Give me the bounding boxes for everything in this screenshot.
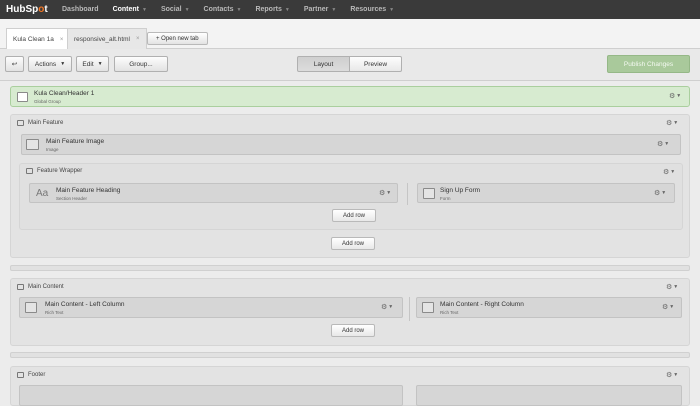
main-feature-header: Main Feature	[17, 120, 63, 126]
editor-toolbar: ↩ Actions ▼ Edit ▼ Group... Layout Preview…	[0, 49, 700, 81]
gear-icon: ⚙	[666, 284, 673, 291]
top-nav: HubSpot Dashboard Content ▼ Social ▼ Conta…	[0, 0, 700, 19]
close-icon[interactable]: ×	[136, 36, 140, 42]
main-content-header: Main Content	[17, 284, 64, 290]
chevron-down-icon: ▼	[664, 141, 670, 147]
back-arrow-icon: ↩	[11, 61, 18, 68]
layout-toggle[interactable]: Layout	[297, 56, 350, 72]
nav-item-resources[interactable]: Resources ▼	[350, 6, 394, 13]
nav-item-contacts[interactable]: Contacts ▼	[204, 6, 242, 13]
main-content-group[interactable]: Main Content ⚙ ▼ Main Content - Left Colu…	[10, 278, 690, 346]
nav-item-reports[interactable]: Reports ▼	[255, 6, 289, 13]
chevron-down-icon: ▼	[184, 6, 190, 13]
group-icon	[17, 372, 24, 378]
nav-item-partner[interactable]: Partner ▼	[304, 6, 336, 13]
chevron-down-icon: ▼	[142, 6, 147, 13]
preview-toggle[interactable]: Preview	[350, 56, 402, 72]
gear-icon: ⚙	[663, 169, 670, 176]
footer-right-module[interactable]	[416, 385, 682, 406]
tab-responsive-alt[interactable]: responsive_alt.html ×	[67, 28, 147, 49]
sign-up-form-module[interactable]: Sign Up Form Form ⚙ ▼	[417, 183, 675, 203]
edit-button[interactable]: Edit ▼	[76, 56, 109, 72]
column-divider	[409, 297, 410, 321]
chevron-down-icon: ▼	[284, 6, 290, 13]
main-feature-heading-module[interactable]: Aa Main Feature Heading Section Header ⚙…	[29, 183, 398, 203]
chevron-down-icon: ▼	[389, 6, 395, 13]
image-icon	[26, 139, 39, 150]
gear-icon: ⚙	[379, 190, 386, 197]
back-button[interactable]: ↩	[5, 56, 24, 72]
hubspot-logo[interactable]: HubSpot	[6, 4, 62, 15]
feature-wrapper-gear[interactable]: ⚙ ▼	[663, 168, 675, 176]
gear-icon: ⚙	[657, 141, 664, 148]
group-icon	[26, 168, 33, 174]
gear-icon: ⚙	[666, 120, 673, 127]
nav-item-content[interactable]: Content ▼	[113, 6, 147, 13]
footer-header: Footer	[17, 372, 45, 378]
feature-wrapper-header: Feature Wrapper	[26, 168, 82, 174]
open-new-tab-button[interactable]: + Open new tab	[147, 32, 208, 45]
global-group-icon	[17, 92, 28, 102]
column-divider	[407, 183, 408, 205]
footer-gear[interactable]: ⚙ ▼	[666, 371, 678, 379]
header-settings-gear[interactable]: ⚙ ▼	[669, 92, 681, 100]
text-format-icon: Aa	[36, 188, 49, 199]
footer-left-module[interactable]	[19, 385, 403, 406]
add-row-button[interactable]: Add row	[331, 237, 375, 250]
chevron-down-icon: ▼	[60, 61, 66, 67]
form-icon	[423, 188, 435, 199]
header-global-group[interactable]: Kula Clean/Header 1 Global Group ⚙ ▼	[10, 86, 690, 107]
chevron-down-icon: ▼	[388, 304, 394, 310]
form-module-gear[interactable]: ⚙ ▼	[654, 189, 666, 197]
chevron-down-icon: ▼	[673, 120, 679, 126]
main-feature-image-module[interactable]: Main Feature Image Image ⚙ ▼	[21, 134, 681, 155]
gear-icon: ⚙	[669, 93, 676, 100]
edit-pencil-icon	[25, 302, 37, 313]
gear-icon: ⚙	[654, 190, 661, 197]
group-button[interactable]: Group...	[114, 56, 168, 72]
add-row-button[interactable]: Add row	[332, 209, 376, 222]
chevron-down-icon: ▼	[331, 6, 337, 13]
footer-group[interactable]: Footer ⚙ ▼	[10, 366, 690, 406]
gear-icon: ⚙	[662, 304, 669, 311]
publish-changes-button[interactable]: Publish Changes	[607, 55, 690, 73]
nav-item-dashboard[interactable]: Dashboard	[62, 6, 99, 13]
left-column-gear[interactable]: ⚙ ▼	[381, 303, 393, 311]
close-icon[interactable]: ×	[60, 37, 64, 43]
main-content-left-module[interactable]: Main Content - Left Column Rich Text ⚙ ▼	[19, 297, 403, 318]
chevron-down-icon: ▼	[97, 61, 103, 67]
edit-pencil-icon	[422, 302, 434, 313]
chevron-down-icon: ▼	[661, 190, 667, 196]
file-tab-bar: Kula Clean 1a × responsive_alt.html × + …	[0, 19, 700, 50]
right-column-gear[interactable]: ⚙ ▼	[662, 303, 674, 311]
header-group-subtitle: Global Group	[34, 99, 61, 104]
chevron-down-icon: ▼	[236, 6, 242, 13]
main-content-right-module[interactable]: Main Content - Right Column Rich Text ⚙ ▼	[416, 297, 682, 318]
section-separator	[10, 265, 690, 271]
main-feature-gear[interactable]: ⚙ ▼	[666, 119, 678, 127]
nav-item-social[interactable]: Social ▼	[161, 6, 190, 13]
tab-kula-clean[interactable]: Kula Clean 1a ×	[6, 28, 71, 50]
heading-module-gear[interactable]: ⚙ ▼	[379, 189, 391, 197]
main-content-gear[interactable]: ⚙ ▼	[666, 283, 678, 291]
chevron-down-icon: ▼	[670, 169, 676, 175]
add-row-button[interactable]: Add row	[331, 324, 375, 337]
section-separator	[10, 352, 690, 358]
header-group-title: Kula Clean/Header 1	[34, 90, 95, 97]
group-icon	[17, 120, 24, 126]
actions-button[interactable]: Actions ▼	[28, 56, 72, 72]
chevron-down-icon: ▼	[669, 304, 675, 310]
gear-icon: ⚙	[666, 372, 673, 379]
feature-wrapper-group[interactable]: Feature Wrapper ⚙ ▼ Aa Main Feature Headi…	[19, 163, 683, 230]
group-icon	[17, 284, 24, 290]
main-feature-group[interactable]: Main Feature ⚙ ▼ Main Feature Image Image…	[10, 114, 690, 258]
chevron-down-icon: ▼	[673, 372, 679, 378]
image-module-gear[interactable]: ⚙ ▼	[657, 140, 669, 148]
chevron-down-icon: ▼	[676, 93, 682, 99]
chevron-down-icon: ▼	[673, 284, 679, 290]
chevron-down-icon: ▼	[386, 190, 392, 196]
gear-icon: ⚙	[381, 304, 388, 311]
